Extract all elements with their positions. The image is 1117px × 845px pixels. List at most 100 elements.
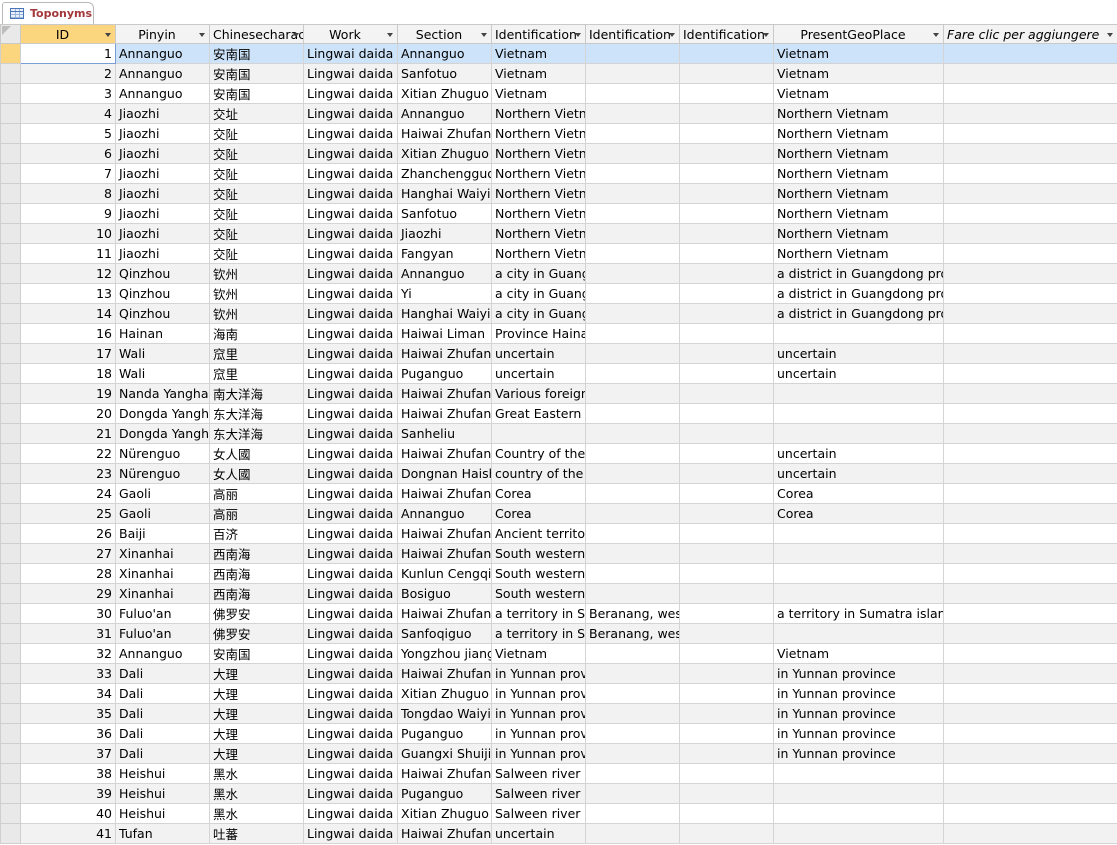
cell-presentgeoplace[interactable]: Vietnam	[773, 63, 944, 84]
cell-add-column[interactable]	[943, 63, 1117, 84]
cell-section[interactable]: Haiwai Zhufan	[397, 403, 492, 424]
cell-add-column[interactable]	[943, 463, 1117, 484]
cell-presentgeoplace[interactable]: Northern Vietnam	[773, 203, 944, 224]
cell-pinyin[interactable]: Xinanhai	[115, 563, 210, 584]
cell-presentgeoplace[interactable]: Northern Vietnam	[773, 123, 944, 144]
cell-add-column[interactable]	[943, 823, 1117, 844]
cell-add-column[interactable]	[943, 323, 1117, 344]
cell-work[interactable]: Lingwai daida	[303, 403, 398, 424]
cell-identification-2[interactable]	[585, 743, 680, 764]
cell-identification-1[interactable]: Northern Vietnam	[491, 243, 586, 264]
record-selector[interactable]	[0, 683, 21, 704]
cell-add-column[interactable]	[943, 123, 1117, 144]
cell-pinyin[interactable]: Qinzhou	[115, 303, 210, 324]
table-row[interactable]: 23Nürenguo女人國Lingwai daidaDongnan Haisha…	[0, 463, 1117, 484]
cell-identification-1[interactable]: Northern Vietnam	[491, 163, 586, 184]
dropdown-arrow-icon[interactable]	[933, 33, 939, 37]
column-header-identification-2[interactable]: Identification	[585, 24, 680, 44]
cell-presentgeoplace[interactable]: in Yunnan province	[773, 743, 944, 764]
record-selector[interactable]	[0, 43, 21, 64]
table-row[interactable]: 14 Qinzhou 钦州 Lingwai daida Hanghai Waiyi a c…	[0, 303, 1117, 324]
cell-section[interactable]: Fangyan	[397, 243, 492, 264]
cell-work[interactable]: Lingwai daida	[303, 543, 398, 564]
cell-pinyin[interactable]: Hainan	[115, 323, 210, 344]
cell-work[interactable]: Lingwai daida	[303, 443, 398, 464]
cell-id[interactable]: 39	[20, 783, 116, 804]
table-row[interactable]: 3 Annanguo 安南国 Lingwai daida Xitian Zhuguo Vi…	[0, 83, 1117, 104]
cell-work[interactable]: Lingwai daida	[303, 103, 398, 124]
cell-chinesecharacters[interactable]: 钦州	[209, 303, 304, 324]
cell-identification-1[interactable]: Salween river	[491, 763, 586, 784]
record-selector[interactable]	[0, 123, 21, 144]
cell-pinyin[interactable]: Jiaozhi	[115, 183, 210, 204]
cell-id[interactable]: 38	[20, 763, 116, 784]
cell-chinesecharacters[interactable]: 东大洋海	[209, 403, 304, 424]
cell-add-column[interactable]	[943, 703, 1117, 724]
cell-identification-3[interactable]	[679, 143, 774, 164]
cell-section[interactable]: Haiwai Zhufan	[397, 383, 492, 404]
cell-identification-1[interactable]: Various foreign	[491, 383, 586, 404]
cell-identification-1[interactable]: uncertain	[491, 823, 586, 844]
cell-identification-1[interactable]: in Yunnan province	[491, 703, 586, 724]
cell-identification-1[interactable]: Corea	[491, 483, 586, 504]
cell-work[interactable]: Lingwai daida	[303, 623, 398, 644]
dropdown-arrow-icon[interactable]	[199, 33, 205, 37]
table-row[interactable]: 2 Annanguo 安南国 Lingwai daida Sanfotuo Vietnam…	[0, 63, 1117, 84]
cell-identification-3[interactable]	[679, 323, 774, 344]
cell-identification-3[interactable]	[679, 823, 774, 844]
cell-pinyin[interactable]: Annanguo	[115, 63, 210, 84]
cell-identification-1[interactable]: Great Eastern Ocean	[491, 403, 586, 424]
cell-id[interactable]: 10	[20, 223, 116, 244]
cell-identification-3[interactable]	[679, 583, 774, 604]
cell-pinyin[interactable]: Xinanhai	[115, 543, 210, 564]
cell-chinesecharacters[interactable]: 南大洋海	[209, 383, 304, 404]
cell-identification-1[interactable]: Northern Vietnam	[491, 203, 586, 224]
cell-chinesecharacters[interactable]: 女人國	[209, 443, 304, 464]
cell-identification-3[interactable]	[679, 743, 774, 764]
cell-work[interactable]: Lingwai daida	[303, 503, 398, 524]
cell-add-column[interactable]	[943, 283, 1117, 304]
cell-pinyin[interactable]: Tufan	[115, 823, 210, 844]
cell-identification-2[interactable]	[585, 803, 680, 824]
cell-identification-3[interactable]	[679, 523, 774, 544]
cell-identification-3[interactable]	[679, 503, 774, 524]
cell-work[interactable]: Lingwai daida	[303, 183, 398, 204]
cell-identification-3[interactable]	[679, 663, 774, 684]
cell-identification-1[interactable]: Corea	[491, 503, 586, 524]
cell-presentgeoplace[interactable]: a district in Guangdong province	[773, 303, 944, 324]
cell-identification-3[interactable]	[679, 183, 774, 204]
cell-work[interactable]: Lingwai daida	[303, 603, 398, 624]
cell-pinyin[interactable]: Wali	[115, 343, 210, 364]
table-row[interactable]: 38 Heishui 黑水 Lingwai daida Haiwai Zhufan Sal…	[0, 763, 1117, 784]
cell-id[interactable]: 12	[20, 263, 116, 284]
cell-chinesecharacters[interactable]: 黑水	[209, 763, 304, 784]
record-selector[interactable]	[0, 163, 21, 184]
cell-identification-2[interactable]	[585, 703, 680, 724]
cell-identification-1[interactable]: South western	[491, 543, 586, 564]
cell-identification-1[interactable]: Northern Vietnam	[491, 123, 586, 144]
cell-identification-2[interactable]	[585, 683, 680, 704]
cell-add-column[interactable]	[943, 663, 1117, 684]
cell-work[interactable]: Lingwai daida	[303, 263, 398, 284]
cell-pinyin[interactable]: Jiaozhi	[115, 143, 210, 164]
cell-identification-2[interactable]	[585, 183, 680, 204]
cell-id[interactable]: 18	[20, 363, 116, 384]
cell-identification-2[interactable]	[585, 783, 680, 804]
cell-chinesecharacters[interactable]: 交阯	[209, 243, 304, 264]
table-row[interactable]: 9 Jiaozhi 交阯 Lingwai daida Sanfotuo Northern …	[0, 203, 1117, 224]
cell-id[interactable]: 27	[20, 543, 116, 564]
cell-identification-2[interactable]	[585, 343, 680, 364]
cell-identification-1[interactable]: a city in Guangdong	[491, 303, 586, 324]
table-row[interactable]: 30 Fuluo'an 佛罗安 Lingwai daida Haiwai Zhufan a…	[0, 603, 1117, 624]
table-row[interactable]: 17 Wali 窊里 Lingwai daida Haiwai Zhufan uncert…	[0, 343, 1117, 364]
cell-pinyin[interactable]: Nürenguo	[115, 443, 210, 464]
cell-section[interactable]: Jiaozhi	[397, 223, 492, 244]
cell-section[interactable]: Haiwai Zhufan	[397, 123, 492, 144]
cell-add-column[interactable]	[943, 203, 1117, 224]
cell-chinesecharacters[interactable]: 安南国	[209, 43, 304, 64]
cell-id[interactable]: 9	[20, 203, 116, 224]
cell-presentgeoplace[interactable]: Northern Vietnam	[773, 143, 944, 164]
cell-section[interactable]: Haiwai Zhufan	[397, 663, 492, 684]
cell-identification-2[interactable]	[585, 203, 680, 224]
dropdown-arrow-icon[interactable]	[1107, 33, 1113, 37]
